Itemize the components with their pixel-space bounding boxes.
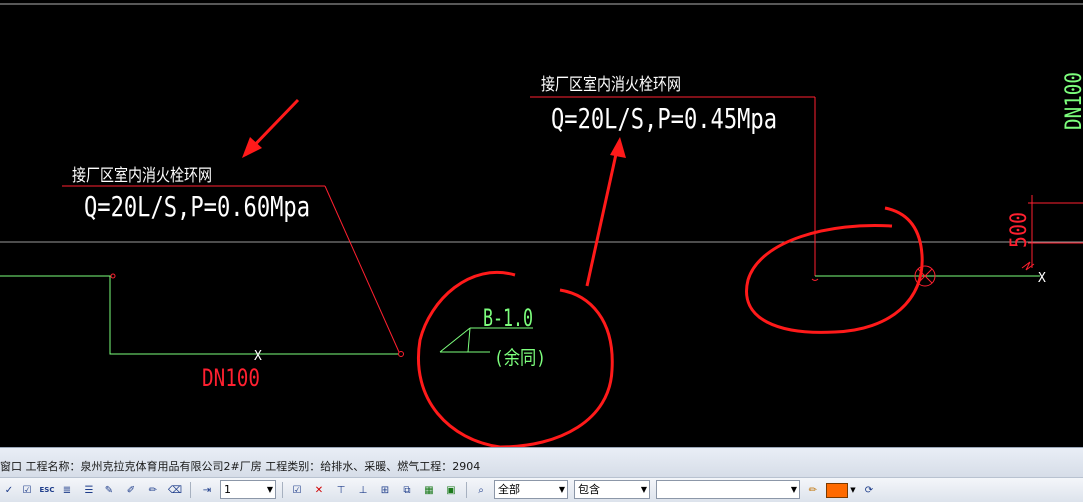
toolbar-separator	[282, 482, 283, 498]
annotation-circle-right	[745, 206, 924, 334]
annotation-arrowhead	[610, 137, 626, 158]
chevron-down-icon: ▼	[640, 485, 647, 494]
cad-drawing-canvas[interactable]: X 接厂区室内消火栓环网 Q=20L/S,P=0.60Mpa DN100 接厂区…	[0, 0, 1083, 447]
search-combo[interactable]: ▼	[656, 480, 800, 499]
match-select-value: 包含	[578, 483, 600, 496]
annotation-arrow-right	[585, 144, 620, 287]
chevron-down-icon[interactable]: ▼	[849, 481, 857, 499]
esc-icon[interactable]: ESC	[38, 481, 56, 499]
scope-select[interactable]: 全部 ▼	[494, 480, 568, 499]
table-icon[interactable]: ▦	[420, 481, 438, 499]
check-icon[interactable]: ☑	[18, 481, 36, 499]
tag-triangle	[439, 327, 471, 353]
label-right-value: Q=20L/S,P=0.45Mpa	[551, 102, 777, 135]
ruler-icon[interactable]: ⊥	[354, 481, 372, 499]
x-mark-right: X	[1038, 271, 1046, 286]
toolbar-separator	[466, 482, 467, 498]
chevron-down-icon: ▼	[558, 485, 565, 494]
pipe-end-marker	[110, 273, 116, 279]
label-right-title: 接厂区室内消火栓环网	[541, 75, 681, 95]
status-text: 窗口 工程名称：泉州克拉克体育用品有限公司2#厂房 工程类别：给排水、采暖、燃气…	[0, 460, 481, 473]
drawing-svg: X 接厂区室内消火栓环网 Q=20L/S,P=0.60Mpa DN100 接厂区…	[0, 3, 1083, 447]
chevron-down-icon: ▼	[266, 485, 273, 494]
status-bar: 窗口 工程名称：泉州克拉克体育用品有限公司2#厂房 工程类别：给排水、采暖、燃气…	[0, 447, 1083, 477]
binoculars-icon[interactable]: ⌕	[472, 481, 490, 499]
toolbar-separator	[190, 482, 191, 498]
layer-select[interactable]: 1 ▼	[220, 480, 276, 499]
eraser-icon[interactable]: ⌫	[166, 481, 184, 499]
indent-icon[interactable]: ⇥	[198, 481, 216, 499]
leader-line-left	[324, 185, 400, 353]
dim-500-label: 500	[1007, 212, 1032, 248]
valve-note: (余同)	[494, 347, 546, 369]
bottom-toolbar: ✓ ☑ ESC ≣ ☰ ✎ ✐ ✏ ⌫ ⇥ 1 ▼ ☑ ✕ ⊤ ⊥ ⊞ ⧉ ▦ ▣…	[0, 477, 1083, 502]
refresh-icon[interactable]: ⟳	[860, 481, 878, 499]
list-icon[interactable]: ☰	[80, 481, 98, 499]
label-left-title: 接厂区室内消火栓环网	[72, 166, 212, 186]
left-pipe	[0, 275, 398, 355]
pencil-icon[interactable]: ✏	[804, 481, 822, 499]
pipe-size-label: DN100	[202, 364, 260, 392]
valve-tag: B-1.0	[483, 304, 533, 332]
color-swatch-icon[interactable]	[826, 481, 848, 499]
scope-select-value: 全部	[498, 483, 520, 496]
pipe-size-right: DN100	[1062, 72, 1083, 130]
pipe-end-marker	[398, 351, 404, 357]
delete-icon[interactable]: ✕	[310, 481, 328, 499]
x-mark-left: X	[254, 349, 262, 364]
export-icon[interactable]: ▣	[442, 481, 460, 499]
pen-icon[interactable]: ✏	[144, 481, 162, 499]
measure-icon[interactable]: ⊞	[376, 481, 394, 499]
layers-icon[interactable]: ⧉	[398, 481, 416, 499]
pipe-end-marker	[811, 278, 819, 281]
label-left-value: Q=20L/S,P=0.60Mpa	[84, 190, 310, 223]
checkbox-icon[interactable]: ☑	[288, 481, 306, 499]
brush-icon[interactable]: ✐	[122, 481, 140, 499]
chevron-down-icon: ▼	[790, 485, 797, 494]
tag-triangle	[467, 327, 471, 353]
layer-select-value: 1	[224, 483, 231, 496]
color-swatch	[826, 482, 848, 498]
list-check-icon[interactable]: ≣	[58, 481, 76, 499]
edit-icon[interactable]: ✎	[100, 481, 118, 499]
match-select[interactable]: 包含 ▼	[574, 480, 650, 499]
filter-icon[interactable]: ⊤	[332, 481, 350, 499]
check-icon[interactable]: ✓	[0, 481, 18, 499]
